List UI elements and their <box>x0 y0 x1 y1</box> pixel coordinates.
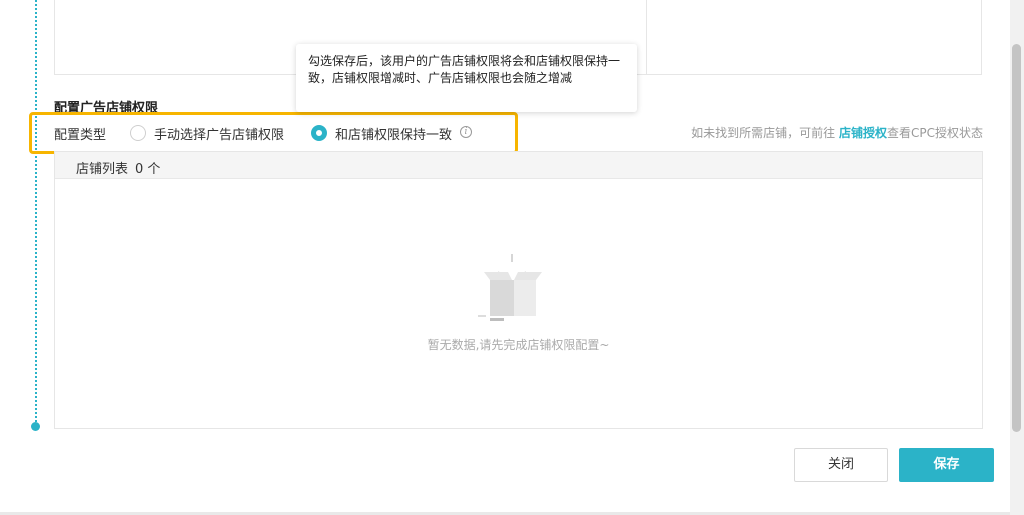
store-list-count: 0 个 <box>135 162 161 177</box>
tooltip-keep-consistent: 勾选保存后，该用户的广告店铺权限将会和店铺权限保持一致，店铺权限增减时、广告店铺… <box>296 44 637 112</box>
config-type-label: 配置类型 <box>54 128 107 143</box>
scrollbar-thumb[interactable] <box>1012 44 1021 432</box>
info-icon[interactable]: i <box>460 126 472 138</box>
radio-manual-select[interactable] <box>130 125 146 141</box>
empty-state-text: 暂无数据,请先完成店铺权限配置~ <box>427 338 610 352</box>
panel-divider <box>646 0 647 75</box>
timeline-dot <box>31 422 40 431</box>
empty-box-icon <box>478 254 542 321</box>
radio-keep-consistent[interactable] <box>311 125 327 141</box>
radio-manual-select-label[interactable]: 手动选择广告店铺权限 <box>154 124 284 143</box>
store-auth-link[interactable]: 店铺授权 <box>839 126 887 140</box>
store-list-header: 店铺列表 0 个 <box>55 152 982 179</box>
radio-keep-consistent-label[interactable]: 和店铺权限保持一致 <box>335 124 452 143</box>
timeline-line <box>35 0 37 426</box>
hint-suffix: 查看CPC授权状态 <box>887 126 983 140</box>
close-button[interactable]: 关闭 <box>794 448 888 482</box>
store-list-table: 店铺列表 0 个 暂无数据,请先完成店铺权限配置~ <box>54 151 983 429</box>
store-list-header-label: 店铺列表 <box>76 162 129 177</box>
store-auth-hint: 如未找到所需店铺，可前往 店铺授权查看CPC授权状态 <box>691 124 983 141</box>
save-button[interactable]: 保存 <box>899 448 994 482</box>
hint-prefix: 如未找到所需店铺，可前往 <box>691 126 839 140</box>
